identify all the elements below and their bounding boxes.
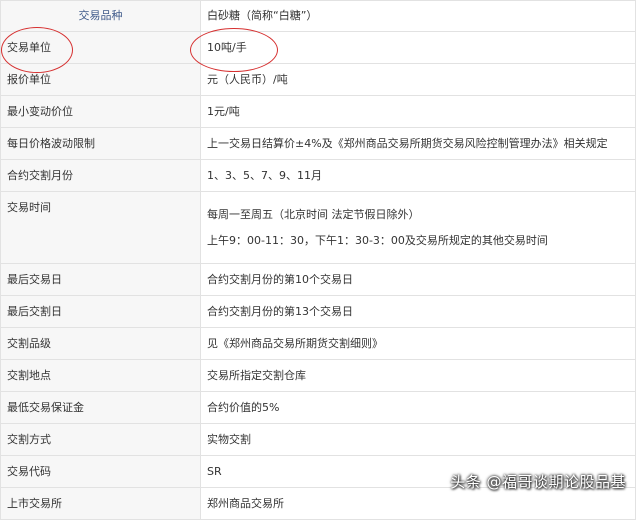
row-label: 最后交割日 [0, 295, 201, 328]
header-label: 交易品种 [0, 0, 201, 32]
row-value: 合约交割月份的第13个交易日 [200, 295, 636, 328]
row-value: 元（人民币）/吨 [200, 63, 636, 96]
row-label: 交易代码 [0, 455, 201, 488]
row-value: 10吨/手 [200, 31, 636, 64]
row-label: 报价单位 [0, 63, 201, 96]
row-value: 1元/吨 [200, 95, 636, 128]
row-label: 最小变动价位 [0, 95, 201, 128]
table-row: 交割品级 见《郑州商品交易所期货交割细则》 [0, 327, 636, 360]
table-row: 交易单位 10吨/手 [0, 31, 636, 64]
row-value: 1、3、5、7、9、11月 [200, 159, 636, 192]
table-row: 最后交易日 合约交割月份的第10个交易日 [0, 263, 636, 296]
row-value: 合约交割月份的第10个交易日 [200, 263, 636, 296]
header-value: 白砂糖（简称“白糖”） [200, 0, 636, 32]
row-value: 实物交割 [200, 423, 636, 456]
row-value: 合约价值的5% [200, 391, 636, 424]
row-value-multiline: 每周一至周五（北京时间 法定节假日除外） 上午9：00-11：30，下午1：30… [200, 191, 636, 264]
row-label: 最后交易日 [0, 263, 201, 296]
row-value: 见《郑州商品交易所期货交割细则》 [200, 327, 636, 360]
trading-hours-line-2: 上午9：00-11：30，下午1：30-3：00及交易所规定的其他交易时间 [207, 233, 548, 247]
row-label: 每日价格波动限制 [0, 127, 201, 160]
table-row: 交易时间 每周一至周五（北京时间 法定节假日除外） 上午9：00-11：30，下… [0, 191, 636, 264]
table-row: 最低交易保证金 合约价值的5% [0, 391, 636, 424]
contract-spec-table: 交易品种 白砂糖（简称“白糖”） 交易单位 10吨/手 报价单位 元（人民币）/… [0, 0, 636, 520]
row-label: 交割方式 [0, 423, 201, 456]
table-row: 合约交割月份 1、3、5、7、9、11月 [0, 159, 636, 192]
row-label: 交割地点 [0, 359, 201, 392]
row-label: 最低交易保证金 [0, 391, 201, 424]
watermark-text: 头条 @福哥谈期论股品基 [450, 473, 626, 491]
table-row: 最后交割日 合约交割月份的第13个交易日 [0, 295, 636, 328]
table-row: 最小变动价位 1元/吨 [0, 95, 636, 128]
table-row: 每日价格波动限制 上一交易日结算价±4%及《郑州商品交易所期货交易风险控制管理办… [0, 127, 636, 160]
row-label: 合约交割月份 [0, 159, 201, 192]
row-value: 交易所指定交割仓库 [200, 359, 636, 392]
row-label: 交易时间 [0, 191, 201, 264]
table-row: 交割方式 实物交割 [0, 423, 636, 456]
row-label: 交割品级 [0, 327, 201, 360]
row-label: 交易单位 [0, 31, 201, 64]
trading-hours-line-1: 每周一至周五（北京时间 法定节假日除外） [207, 207, 420, 221]
table-header-row: 交易品种 白砂糖（简称“白糖”） [0, 0, 636, 32]
table-row: 报价单位 元（人民币）/吨 [0, 63, 636, 96]
table-row: 交割地点 交易所指定交割仓库 [0, 359, 636, 392]
row-value: 上一交易日结算价±4%及《郑州商品交易所期货交易风险控制管理办法》相关规定 [200, 127, 636, 160]
